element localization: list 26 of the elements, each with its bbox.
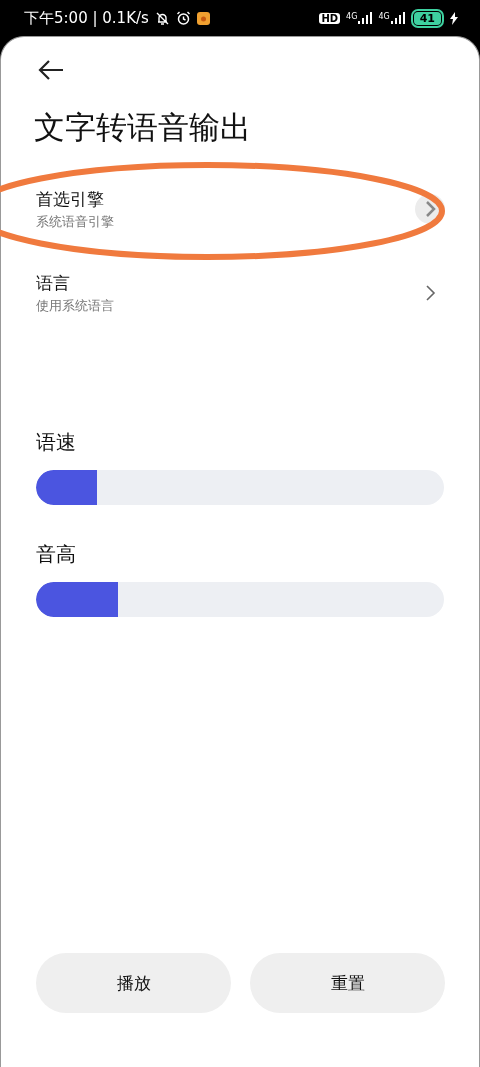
slider-label: 语速 — [36, 429, 77, 456]
slider-label: 音高 — [36, 541, 77, 568]
network-type: 4G — [346, 12, 358, 21]
chevron-icon — [424, 284, 436, 302]
page-title: 文字转语音输出 — [34, 108, 252, 147]
signal-icon — [390, 12, 405, 24]
setting-row[interactable]: 语言 使用系统语言 — [1, 251, 479, 335]
setting-value: 系统语音引擎 — [36, 212, 115, 231]
battery-indicator: 41 — [410, 8, 444, 28]
network-type: 4G — [378, 12, 390, 21]
hd-badge: HD — [319, 12, 341, 24]
action-button[interactable]: 重置 — [250, 953, 445, 1013]
app-notification-icon — [196, 11, 210, 25]
mute-bell-icon — [154, 10, 170, 26]
signal-icon — [358, 12, 373, 24]
slider-track[interactable] — [36, 582, 444, 617]
status-time: 下午5:00 | 0.1K/s — [24, 8, 149, 28]
back-arrow-icon[interactable] — [37, 59, 65, 81]
setting-label: 语言 — [36, 271, 71, 295]
chevron-icon — [424, 200, 436, 218]
charging-icon — [450, 11, 458, 25]
setting-label: 首选引擎 — [36, 187, 105, 211]
action-button[interactable]: 播放 — [36, 953, 231, 1013]
alarm-icon — [175, 10, 191, 26]
setting-value: 使用系统语言 — [36, 296, 115, 315]
slider-track[interactable] — [36, 470, 444, 505]
